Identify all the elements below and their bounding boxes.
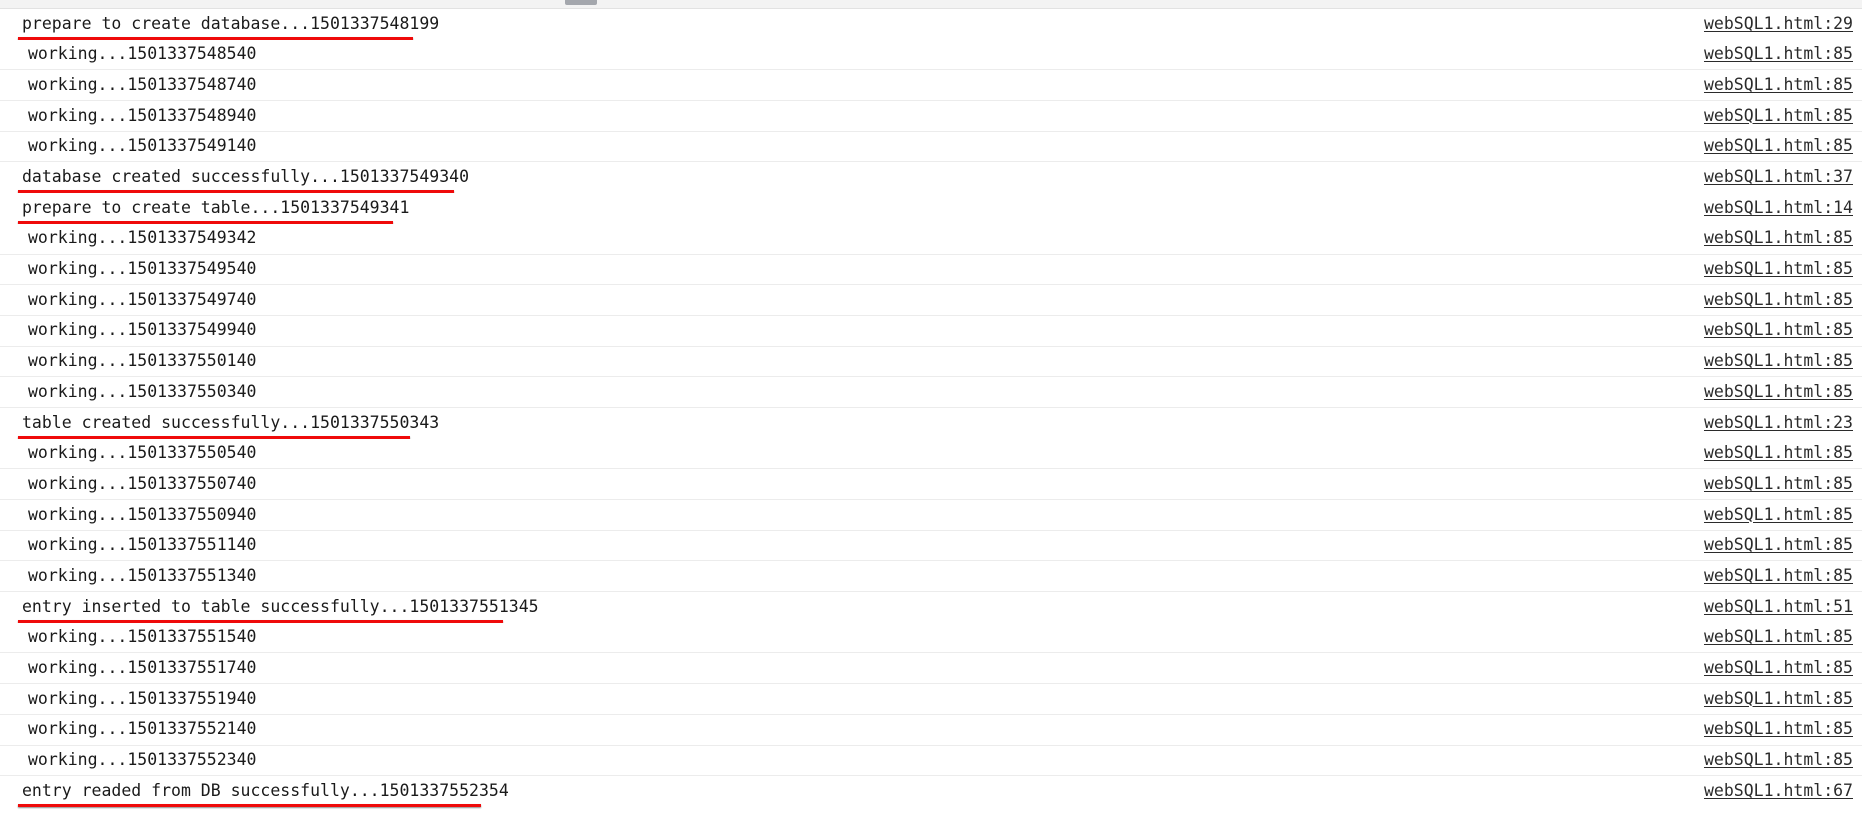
console-message-text: working...1501337550140 (28, 351, 257, 371)
console-message-text: entry inserted to table successfully...1… (22, 597, 539, 617)
console-message-row[interactable]: working...1501337549140 webSQL1.html:85 (0, 131, 1862, 163)
console-message-text: working...1501337549740 (28, 289, 257, 309)
console-source-link[interactable]: webSQL1.html:85 (1704, 39, 1853, 70)
console-source-link[interactable]: webSQL1.html:29 (1704, 9, 1853, 40)
console-message-text: working...1501337551540 (28, 627, 257, 647)
console-message-row[interactable]: working...1501337551740 webSQL1.html:85 (0, 653, 1862, 685)
console-message-row[interactable]: working...1501337550940 webSQL1.html:85 (0, 500, 1862, 531)
console-source-link[interactable]: webSQL1.html:85 (1704, 101, 1853, 132)
console-source-link[interactable]: webSQL1.html:51 (1704, 592, 1853, 623)
console-message-text: working...1501337548940 (28, 105, 257, 125)
devtools-top-strip (0, 0, 1862, 9)
console-message-text: working...1501337549540 (28, 259, 257, 278)
console-source-link[interactable]: webSQL1.html:23 (1704, 408, 1853, 439)
console-message-row[interactable]: working...1501337552340 webSQL1.html:85 (0, 745, 1862, 777)
console-message-row[interactable]: working...1501337549940 webSQL1.html:85 (0, 315, 1862, 347)
console-message-text: table created successfully...15013375503… (22, 412, 440, 432)
console-source-link[interactable]: webSQL1.html:85 (1704, 315, 1853, 346)
console-message-text: working...1501337549940 (28, 320, 257, 340)
console-source-link[interactable]: webSQL1.html:85 (1704, 530, 1853, 561)
console-source-link[interactable]: webSQL1.html:85 (1704, 622, 1853, 653)
console-message-text: working...1501337549140 (28, 136, 257, 156)
console-message-text: working...1501337551140 (28, 535, 257, 555)
console-source-link[interactable]: webSQL1.html:85 (1704, 223, 1853, 254)
console-source-link[interactable]: webSQL1.html:85 (1704, 70, 1853, 101)
console-message-row[interactable]: working...1501337548540 webSQL1.html:85 (0, 39, 1862, 71)
console-message-text: working...1501337548540 (28, 44, 257, 64)
console-message-text: prepare to create database...15013375481… (22, 14, 440, 33)
console-message-text: working...1501337548740 (28, 74, 257, 94)
console-source-link[interactable]: webSQL1.html:85 (1704, 561, 1853, 592)
console-source-link[interactable]: webSQL1.html:85 (1704, 377, 1853, 408)
console-message-text: working...1501337552140 (28, 719, 257, 739)
console-message-row[interactable]: working...1501337549740 webSQL1.html:85 (0, 285, 1862, 316)
console-message-text: working...1501337550540 (28, 443, 257, 463)
console-message-text: working...1501337551740 (28, 657, 257, 677)
console-source-link[interactable]: webSQL1.html:85 (1704, 745, 1853, 776)
console-message-row[interactable]: working...1501337550140 webSQL1.html:85 (0, 346, 1862, 378)
console-message-row[interactable]: working...1501337550540 webSQL1.html:85 (0, 438, 1862, 470)
console-message-row[interactable]: working...1501337549342 webSQL1.html:85 (0, 223, 1862, 255)
console-message-row[interactable]: working...1501337552140 webSQL1.html:85 (0, 714, 1862, 746)
console-message-row[interactable]: working...1501337551540 webSQL1.html:85 (0, 622, 1862, 654)
console-message-row[interactable]: working...1501337550740 webSQL1.html:85 (0, 469, 1862, 500)
console-source-link[interactable]: webSQL1.html:85 (1704, 254, 1853, 285)
console-message-list[interactable]: prepare to create database...15013375481… (0, 9, 1862, 807)
console-source-link[interactable]: webSQL1.html:14 (1704, 193, 1853, 224)
console-source-link[interactable]: webSQL1.html:85 (1704, 684, 1853, 715)
console-message-text: prepare to create table...1501337549341 (22, 198, 410, 218)
console-message-text: entry readed from DB successfully...1501… (22, 781, 509, 801)
console-message-row[interactable]: working...1501337550340 webSQL1.html:85 (0, 377, 1862, 408)
console-message-row[interactable]: working...1501337551140 webSQL1.html:85 (0, 530, 1862, 562)
console-message-text: working...1501337550340 (28, 381, 257, 401)
console-message-row[interactable]: prepare to create database...15013375481… (0, 9, 1862, 40)
console-source-link[interactable]: webSQL1.html:85 (1704, 346, 1853, 377)
console-message-row[interactable]: working...1501337551340 webSQL1.html:85 (0, 561, 1862, 593)
console-source-link[interactable]: webSQL1.html:85 (1704, 285, 1853, 316)
console-source-link[interactable]: webSQL1.html:67 (1704, 776, 1853, 807)
console-message-text: working...1501337552340 (28, 750, 257, 769)
console-message-text: database created successfully...15013375… (22, 167, 470, 187)
console-message-row[interactable]: table created successfully...15013375503… (0, 407, 1862, 439)
console-message-row[interactable]: prepare to create table...1501337549341 w… (0, 193, 1862, 224)
console-message-text: working...1501337551940 (28, 688, 257, 708)
panel-drag-handle-icon[interactable] (565, 0, 597, 5)
console-source-link[interactable]: webSQL1.html:85 (1704, 438, 1853, 469)
console-source-link[interactable]: webSQL1.html:85 (1704, 714, 1853, 745)
console-message-row[interactable]: entry readed from DB successfully...1501… (0, 776, 1862, 807)
console-message-row[interactable]: working...1501337551940 webSQL1.html:85 (0, 684, 1862, 715)
console-message-row[interactable]: entry inserted to table successfully...1… (0, 592, 1862, 623)
console-source-link[interactable]: webSQL1.html:85 (1704, 653, 1853, 684)
console-message-row[interactable]: working...1501337548740 webSQL1.html:85 (0, 70, 1862, 102)
console-source-link[interactable]: webSQL1.html:37 (1704, 162, 1853, 193)
console-message-text: working...1501337551340 (28, 565, 257, 585)
console-message-text: working...1501337550940 (28, 504, 257, 524)
console-source-link[interactable]: webSQL1.html:85 (1704, 469, 1853, 500)
console-message-text: working...1501337549342 (28, 228, 257, 248)
console-message-row[interactable]: working...1501337548940 webSQL1.html:85 (0, 101, 1862, 132)
console-message-row[interactable]: working...1501337549540 webSQL1.html:85 (0, 254, 1862, 286)
console-source-link[interactable]: webSQL1.html:85 (1704, 500, 1853, 531)
console-source-link[interactable]: webSQL1.html:85 (1704, 131, 1853, 162)
console-message-text: working...1501337550740 (28, 473, 257, 493)
console-message-row[interactable]: database created successfully...15013375… (0, 162, 1862, 194)
